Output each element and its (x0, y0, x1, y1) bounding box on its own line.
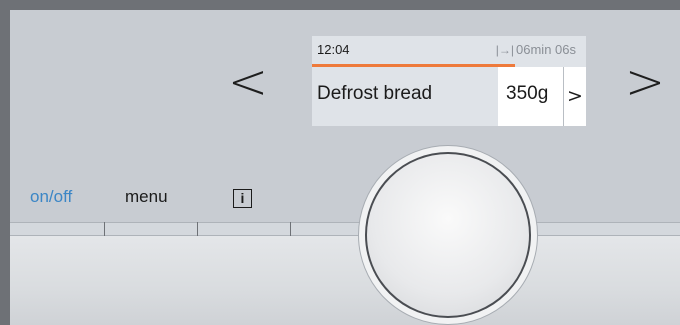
clock-text: 12:04 (317, 42, 350, 57)
on-off-button[interactable]: on/off (30, 187, 72, 207)
strip-divider (104, 222, 105, 236)
weight-value: 350g (506, 83, 549, 104)
info-icon[interactable]: i (233, 189, 252, 208)
menu-button[interactable]: menu (125, 187, 168, 207)
appliance-panel: < > 12:04 |→| 06min 06s Defrost bread 35… (0, 0, 680, 325)
timer-text: 06min 06s (516, 42, 576, 57)
left-trim (0, 0, 10, 325)
control-knob-face (365, 152, 531, 318)
next-arrow-button[interactable]: > (615, 52, 675, 112)
status-bar: 12:04 |→| 06min 06s (312, 36, 586, 64)
weight-divider (563, 67, 564, 126)
lower-fascia (10, 236, 680, 325)
program-name: Defrost bread (317, 83, 433, 104)
timer-end-icon: |→| (495, 42, 515, 57)
previous-arrow-button[interactable]: < (218, 52, 278, 112)
weight-next-button[interactable]: > (564, 67, 586, 126)
weight-setting-field[interactable]: 350g (498, 67, 564, 126)
timer-readout: |→| 06min 06s (496, 42, 576, 57)
top-trim (0, 0, 680, 10)
progress-fill (312, 64, 515, 67)
strip-divider (290, 222, 291, 236)
touch-button-strip (10, 222, 680, 236)
strip-divider (197, 222, 198, 236)
